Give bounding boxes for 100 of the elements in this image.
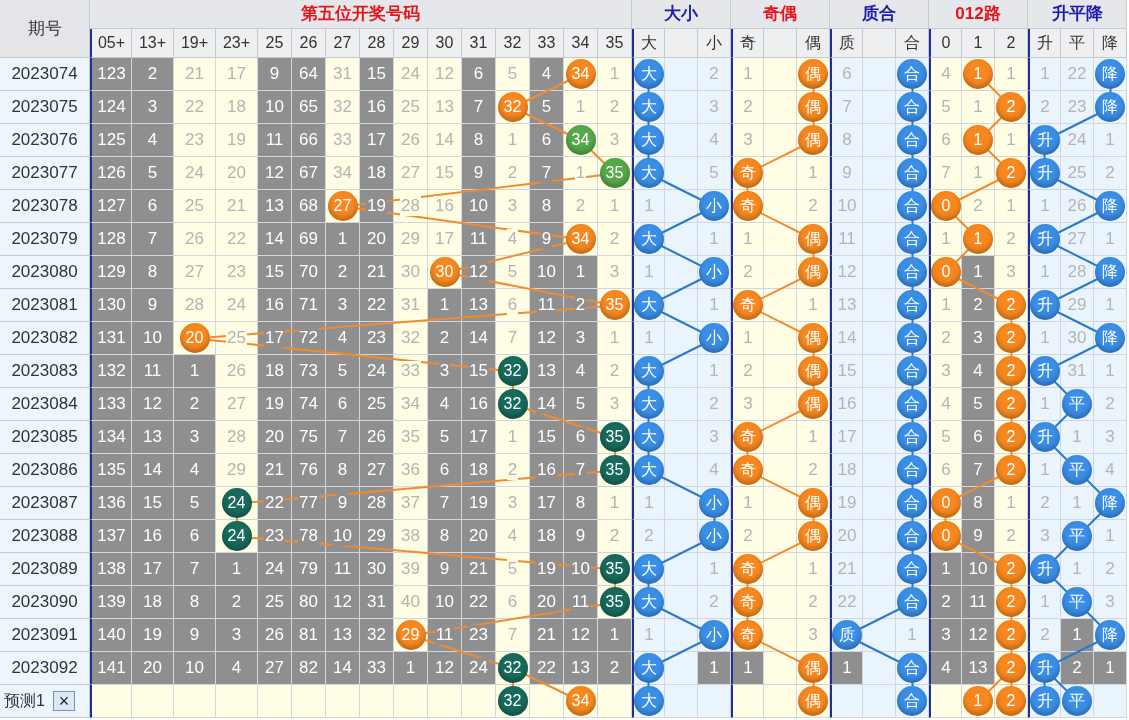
column-header: 30 xyxy=(428,29,462,58)
table-cell: 27 xyxy=(174,256,216,289)
table-cell: 33 xyxy=(326,124,360,157)
table-cell: 3 xyxy=(174,421,216,454)
table-cell: 8 xyxy=(530,190,564,223)
table-cell: 12 xyxy=(462,256,496,289)
table-cell: 5 xyxy=(326,355,360,388)
table-cell: 6 xyxy=(564,421,598,454)
table-cell: 1 xyxy=(632,256,665,289)
table-cell: 25 xyxy=(360,388,394,421)
table-cell: 136 xyxy=(90,487,132,520)
blank-header xyxy=(764,29,797,58)
table-cell: 15 xyxy=(360,58,394,91)
table-cell: 4 xyxy=(929,58,962,91)
table-cell: 8 xyxy=(564,487,598,520)
table-cell: 7 xyxy=(496,619,530,652)
table-cell: 3 xyxy=(698,421,731,454)
table-cell: 3 xyxy=(496,190,530,223)
table-cell: 75 xyxy=(292,421,326,454)
table-cell: 2 xyxy=(598,355,632,388)
period-cell: 2023085 xyxy=(0,421,90,454)
table-cell: 1 xyxy=(598,619,632,652)
table-cell: 17 xyxy=(216,58,258,91)
table-cell: 12 xyxy=(830,256,863,289)
table-cell: 1 xyxy=(698,223,731,256)
table-cell: 1 xyxy=(797,421,830,454)
table-cell: 1 xyxy=(216,553,258,586)
table-cell: 20 xyxy=(830,520,863,553)
table-cell: 133 xyxy=(90,388,132,421)
close-button[interactable]: × xyxy=(52,691,75,711)
table-cell: 4 xyxy=(530,58,564,91)
table-cell: 2 xyxy=(174,388,216,421)
table-cell: 19 xyxy=(360,190,394,223)
table-cell: 1 xyxy=(632,190,665,223)
table-cell: 22 xyxy=(360,289,394,322)
table-cell: 36 xyxy=(394,454,428,487)
table-cell: 14 xyxy=(326,652,360,685)
table-cell: 7 xyxy=(174,553,216,586)
table-cell: 29 xyxy=(394,223,428,256)
table-cell: 22 xyxy=(258,487,292,520)
period-cell: 2023077 xyxy=(0,157,90,190)
table-cell: 8 xyxy=(174,586,216,619)
table-cell: 1 xyxy=(698,355,731,388)
table-cell: 1 xyxy=(1061,619,1094,652)
table-cell: 3 xyxy=(1094,586,1127,619)
table-cell: 2 xyxy=(698,388,731,421)
table-cell: 6 xyxy=(962,421,995,454)
table-cell: 72 xyxy=(292,322,326,355)
blank-header xyxy=(665,29,698,58)
table-cell: 11 xyxy=(258,124,292,157)
table-cell: 3 xyxy=(428,355,462,388)
table-cell: 9 xyxy=(428,553,462,586)
table-cell: 10 xyxy=(326,520,360,553)
table-cell: 16 xyxy=(462,388,496,421)
table-cell: 23 xyxy=(1061,91,1094,124)
table-cell: 27 xyxy=(216,388,258,421)
table-cell: 1 xyxy=(632,619,665,652)
table-cell: 7 xyxy=(962,454,995,487)
period-cell: 2023091 xyxy=(0,619,90,652)
table-cell: 19 xyxy=(216,124,258,157)
table-cell: 1 xyxy=(428,289,462,322)
table-cell: 1 xyxy=(496,421,530,454)
table-cell: 12 xyxy=(428,58,462,91)
table-cell: 7 xyxy=(428,487,462,520)
table-cell: 7 xyxy=(132,223,174,256)
table-cell: 3 xyxy=(132,91,174,124)
table-cell: 6 xyxy=(496,289,530,322)
column-header: 平 xyxy=(1061,29,1094,58)
table-cell: 22 xyxy=(1061,58,1094,91)
column-header: 23+ xyxy=(216,29,258,58)
table-cell: 67 xyxy=(292,157,326,190)
table-cell: 37 xyxy=(394,487,428,520)
table-cell: 2 xyxy=(929,322,962,355)
table-cell: 20 xyxy=(462,520,496,553)
table-cell: 1 xyxy=(564,91,598,124)
table-cell: 28 xyxy=(1061,256,1094,289)
table-cell: 34 xyxy=(326,157,360,190)
table-cell: 1 xyxy=(1094,223,1127,256)
table-cell: 13 xyxy=(564,652,598,685)
table-cell: 18 xyxy=(360,157,394,190)
table-cell: 1 xyxy=(995,124,1028,157)
table-cell: 21 xyxy=(174,58,216,91)
table-cell: 1 xyxy=(598,322,632,355)
table-cell: 1 xyxy=(929,553,962,586)
table-cell: 26 xyxy=(1061,190,1094,223)
table-cell: 1 xyxy=(896,619,929,652)
table-cell: 15 xyxy=(462,355,496,388)
table-cell: 24 xyxy=(1061,124,1094,157)
column-header: 奇 xyxy=(731,29,764,58)
table-cell: 9 xyxy=(258,58,292,91)
table-cell: 137 xyxy=(90,520,132,553)
table-cell: 2 xyxy=(496,454,530,487)
table-cell: 29 xyxy=(1061,289,1094,322)
table-cell: 3 xyxy=(995,256,1028,289)
table-cell: 9 xyxy=(530,223,564,256)
table-cell: 19 xyxy=(258,388,292,421)
table-cell: 25 xyxy=(216,322,258,355)
table-cell: 21 xyxy=(258,454,292,487)
table-cell: 13 xyxy=(132,421,174,454)
table-cell: 29 xyxy=(360,520,394,553)
